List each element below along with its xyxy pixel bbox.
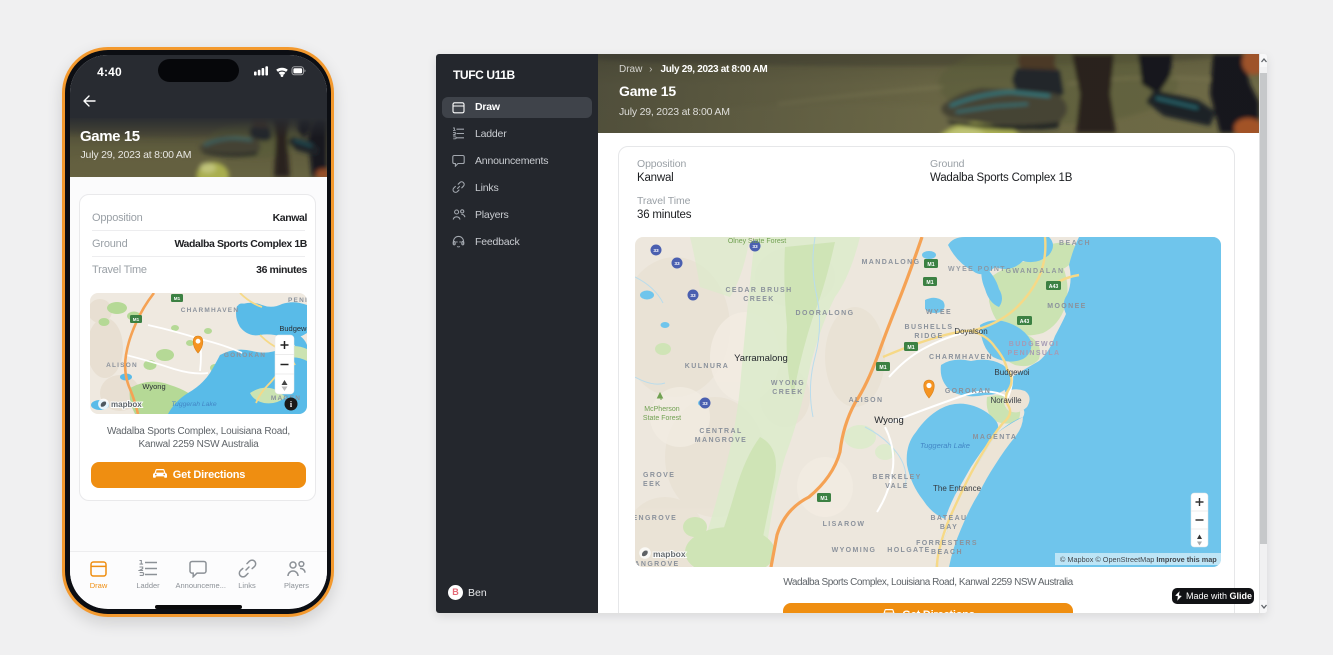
- svg-text:Wyong: Wyong: [874, 415, 903, 426]
- svg-text:A43: A43: [1049, 284, 1059, 290]
- svg-text:FORRESTERS: FORRESTERS: [916, 540, 978, 547]
- svg-text:MOONEE: MOONEE: [1047, 303, 1087, 310]
- svg-text:M1: M1: [907, 345, 914, 351]
- svg-text:Budgewoi: Budgewoi: [994, 368, 1029, 377]
- svg-text:Olney State Forest: Olney State Forest: [728, 238, 786, 245]
- svg-text:WYEE POINT: WYEE POINT: [948, 266, 1006, 273]
- svg-text:KULNURA: KULNURA: [685, 363, 729, 370]
- svg-text:M1: M1: [133, 317, 140, 322]
- svg-text:33: 33: [690, 293, 696, 299]
- svg-text:CEDAR BRUSH: CEDAR BRUSH: [725, 287, 792, 294]
- svg-text:BAY: BAY: [940, 524, 958, 531]
- svg-text:BATEAU: BATEAU: [930, 515, 967, 522]
- svg-text:mapbox: mapbox: [111, 400, 142, 409]
- svg-text:Wyong: Wyong: [142, 382, 165, 391]
- svg-text:CENTRAL: CENTRAL: [699, 428, 742, 435]
- svg-text:© Mapbox © OpenStreetMap Impro: © Mapbox © OpenStreetMap Improve this ma…: [1060, 555, 1217, 564]
- svg-text:BERKELEY: BERKELEY: [872, 474, 921, 481]
- svg-text:33: 33: [702, 401, 708, 407]
- svg-text:33: 33: [653, 248, 659, 254]
- svg-text:VALE: VALE: [885, 483, 909, 490]
- svg-text:M1: M1: [174, 296, 181, 301]
- svg-text:MANDALONG: MANDALONG: [862, 259, 921, 266]
- svg-text:mapbox: mapbox: [653, 549, 686, 559]
- svg-text:RIDGE: RIDGE: [914, 333, 943, 340]
- svg-text:Budgewo: Budgewo: [279, 324, 307, 333]
- svg-text:M1: M1: [926, 280, 933, 286]
- svg-text:MAGENTA: MAGENTA: [973, 434, 1018, 441]
- svg-text:M1: M1: [820, 496, 827, 502]
- svg-text:BEACH: BEACH: [1059, 240, 1091, 247]
- svg-text:McPherson: McPherson: [644, 406, 680, 413]
- svg-text:GOROKAN: GOROKAN: [224, 352, 266, 359]
- svg-text:EEK: EEK: [643, 481, 662, 488]
- svg-text:CHARMHAVEN: CHARMHAVEN: [929, 354, 993, 361]
- svg-text:PENI: PENI: [288, 297, 307, 304]
- svg-text:ALISON: ALISON: [849, 397, 884, 404]
- svg-text:ANGROVE: ANGROVE: [635, 561, 680, 567]
- svg-text:Tuggerah Lake: Tuggerah Lake: [920, 441, 970, 450]
- svg-text:PENINSULA: PENINSULA: [1007, 350, 1060, 357]
- svg-text:Doyalson: Doyalson: [954, 327, 987, 336]
- svg-text:WYONG: WYONG: [771, 380, 805, 387]
- svg-text:GOROKAN: GOROKAN: [945, 388, 991, 395]
- svg-text:BUDGEWOI: BUDGEWOI: [1009, 341, 1059, 348]
- svg-text:DOORALONG: DOORALONG: [796, 310, 855, 317]
- svg-text:GROVE: GROVE: [643, 472, 675, 479]
- svg-text:33: 33: [674, 261, 680, 267]
- svg-text:A43: A43: [1020, 319, 1030, 325]
- svg-text:M1: M1: [927, 262, 934, 268]
- svg-text:LENGROVE: LENGROVE: [635, 515, 677, 522]
- svg-text:Noraville: Noraville: [990, 396, 1022, 405]
- svg-text:GWANDALAN: GWANDALAN: [1006, 268, 1065, 275]
- svg-text:WYEE: WYEE: [926, 309, 952, 316]
- svg-text:BUSHELLS: BUSHELLS: [905, 324, 954, 331]
- svg-text:LISAROW: LISAROW: [823, 521, 866, 528]
- svg-text:HOLGATE: HOLGATE: [887, 547, 931, 554]
- svg-text:CREEK: CREEK: [772, 389, 804, 396]
- svg-text:BEACH: BEACH: [931, 549, 963, 556]
- svg-text:WYOMING: WYOMING: [832, 547, 877, 554]
- svg-text:Yarramalong: Yarramalong: [734, 353, 788, 364]
- svg-text:ALISON: ALISON: [106, 362, 138, 369]
- svg-text:The Entrance: The Entrance: [933, 484, 982, 493]
- svg-text:Tuggerah Lake: Tuggerah Lake: [171, 401, 216, 408]
- svg-text:CHARMHAVEN: CHARMHAVEN: [181, 307, 239, 314]
- svg-text:CREEK: CREEK: [743, 296, 775, 303]
- svg-text:MANGROVE: MANGROVE: [695, 437, 747, 444]
- svg-text:State Forest: State Forest: [643, 415, 681, 422]
- svg-text:M1: M1: [879, 365, 886, 371]
